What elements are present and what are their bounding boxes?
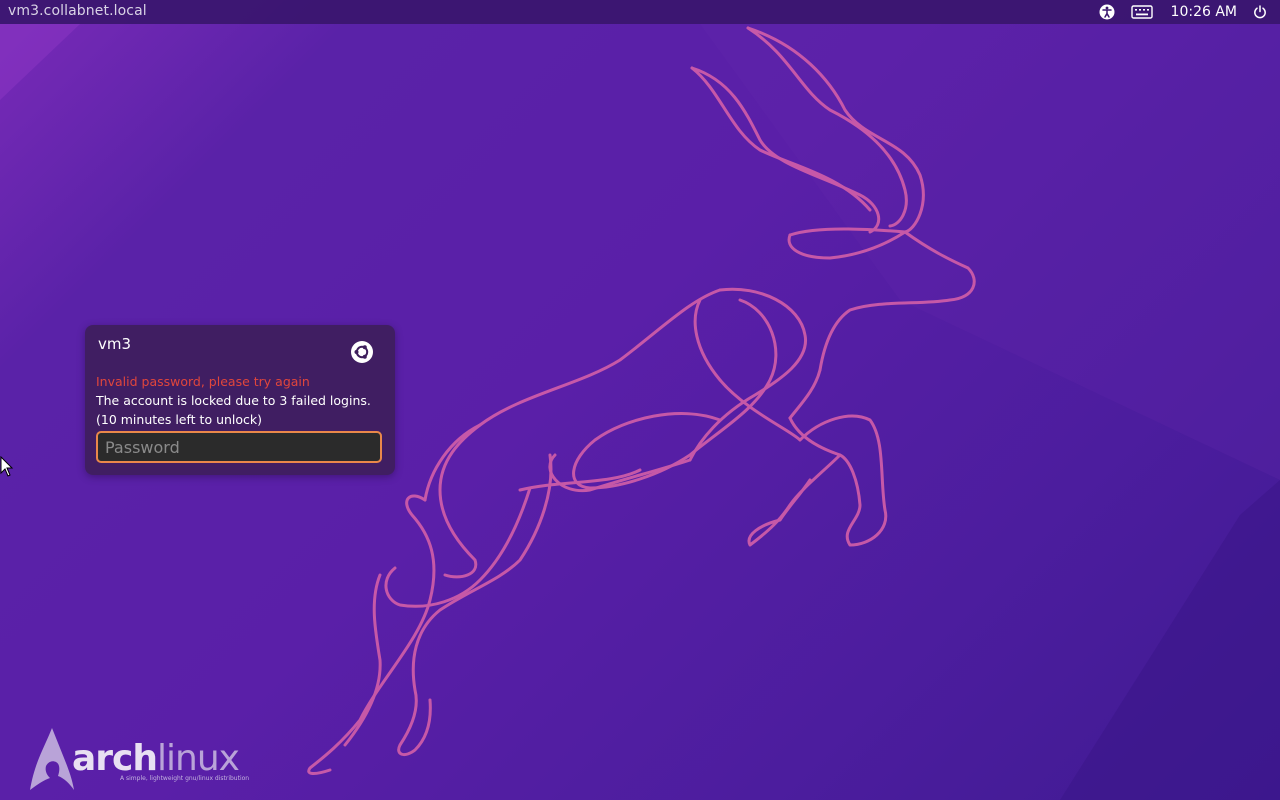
- accessibility-icon[interactable]: [1099, 0, 1115, 24]
- top-bar: vm3.collabnet.local 10:26 AM: [0, 0, 1280, 24]
- hostname-label: vm3.collabnet.local: [8, 3, 147, 19]
- session-selector-button[interactable]: [350, 340, 374, 364]
- arch-linux-logo: archlinux A simple, lightweight gnu/linu…: [30, 726, 250, 794]
- arch-logo-icon: [30, 728, 74, 790]
- arch-linux-wordmark: archlinux: [72, 738, 240, 779]
- ubuntu-session-icon: [351, 341, 373, 363]
- arch-tagline: A simple, lightweight gnu/linux distribu…: [120, 775, 250, 782]
- username-label: vm3: [98, 335, 132, 353]
- unlock-countdown-message: (10 minutes left to unlock): [96, 412, 263, 427]
- keyboard-icon[interactable]: [1130, 0, 1153, 24]
- password-input[interactable]: [96, 431, 382, 463]
- login-card: vm3 Invalid password, please try again T…: [85, 325, 395, 475]
- lock-message: The account is locked due to 3 failed lo…: [96, 393, 371, 408]
- clock[interactable]: 10:26 AM: [1171, 4, 1237, 20]
- power-icon[interactable]: [1253, 0, 1267, 24]
- error-message: Invalid password, please try again: [96, 374, 310, 389]
- mouse-cursor-icon: [0, 456, 14, 477]
- status-area: 10:26 AM: [1099, 0, 1280, 24]
